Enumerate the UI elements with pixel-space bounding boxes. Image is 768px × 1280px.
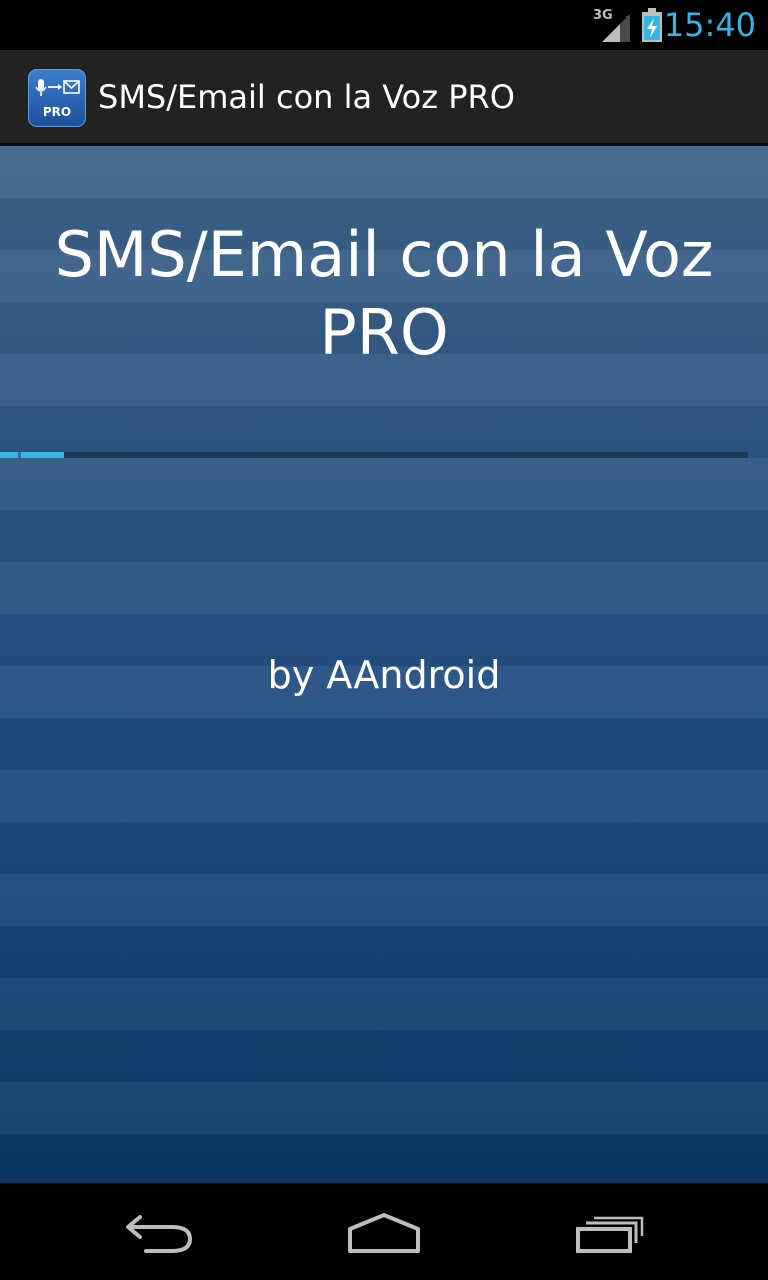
battery-charging-icon <box>642 8 662 42</box>
screen: 3G 15:40 PRO SMS/Email con la Voz PRO SM… <box>0 0 768 1280</box>
home-icon <box>348 1213 420 1253</box>
home-button[interactable] <box>324 1203 444 1263</box>
action-bar: PRO SMS/Email con la Voz PRO <box>0 50 768 146</box>
navigation-bar <box>0 1183 768 1280</box>
app-icon[interactable]: PRO <box>28 69 86 127</box>
credit-text: by AAndroid <box>267 653 501 697</box>
back-icon <box>126 1215 193 1253</box>
action-bar-title: SMS/Email con la Voz PRO <box>98 78 515 116</box>
progress-bar <box>0 452 748 458</box>
recents-icon <box>576 1216 644 1253</box>
progress-fill <box>0 452 64 458</box>
status-bar: 3G 15:40 <box>0 0 768 50</box>
progress-segment-divider <box>18 452 21 458</box>
splash-content: SMS/Email con la Voz PRO by AAndroid <box>0 146 768 1183</box>
signal-icon <box>602 14 630 42</box>
recents-button[interactable] <box>550 1203 670 1263</box>
app-icon-label: PRO <box>42 105 72 119</box>
splash-title: SMS/Email con la Voz PRO <box>54 218 714 369</box>
back-button[interactable] <box>100 1203 220 1263</box>
clock: 15:40 <box>663 6 756 44</box>
